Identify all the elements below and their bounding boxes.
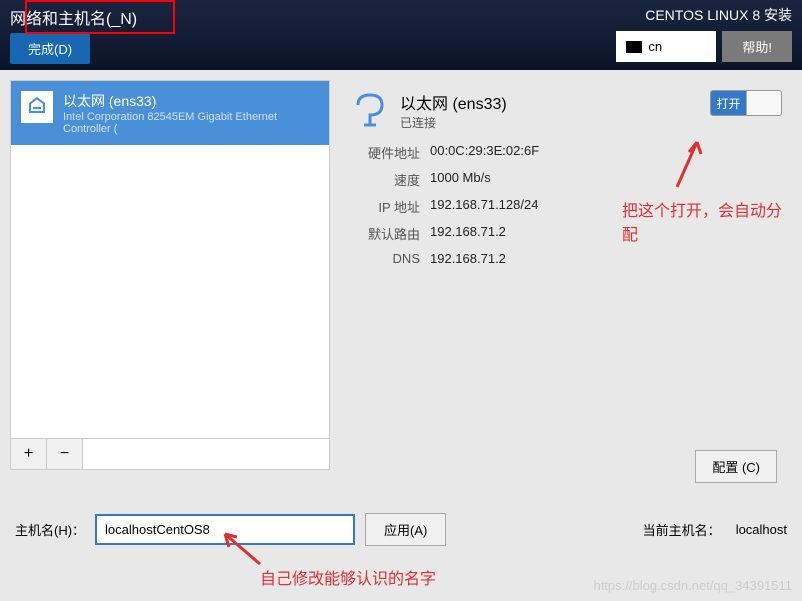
detail-row-dns: DNS 192.168.71.2 <box>350 251 782 266</box>
network-list-item[interactable]: 以太网 (ens33) Intel Corporation 82545EM Gi… <box>11 81 329 145</box>
apply-button[interactable]: 应用(A) <box>365 513 446 546</box>
keyboard-layout: cn <box>648 39 662 54</box>
detail-label: 速度 <box>350 170 420 189</box>
network-item-name: 以太网 (ens33) <box>63 91 319 111</box>
device-detail-panel: 以太网 (ens33) 已连接 打开 硬件地址 00:0C:29:3E:02:6… <box>340 80 792 470</box>
network-item-description: Intel Corporation 82545EM Gigabit Ethern… <box>63 111 319 135</box>
header-controls: cn 帮助! <box>616 31 792 62</box>
keyboard-icon <box>626 41 642 53</box>
device-header: 以太网 (ens33) 已连接 <box>350 90 507 131</box>
network-item-info: 以太网 (ens33) Intel Corporation 82545EM Gi… <box>63 91 319 135</box>
watermark: https://blog.csdn.net/qq_34391511 <box>593 578 792 593</box>
toggle-switch[interactable]: 打开 <box>710 90 782 116</box>
header-bar: 网络和主机名(_N) 完成(D) CENTOS LINUX 8 安装 cn 帮助… <box>0 0 802 70</box>
main-content: 以太网 (ens33) Intel Corporation 82545EM Gi… <box>0 70 802 480</box>
device-title: 以太网 (ens33) <box>400 90 507 114</box>
detail-row-hwaddr: 硬件地址 00:0C:29:3E:02:6F <box>350 143 782 162</box>
detail-label: 默认路由 <box>350 224 420 243</box>
annotation-toggle-hint: 把这个打开，会自动分配 <box>622 200 782 248</box>
device-title-block: 以太网 (ens33) 已连接 <box>400 90 507 131</box>
current-hostname-value: localhost <box>736 522 787 537</box>
detail-value: 1000 Mb/s <box>430 170 491 189</box>
detail-label: DNS <box>350 251 420 266</box>
hostname-input[interactable] <box>95 514 355 545</box>
keyboard-indicator[interactable]: cn <box>616 31 716 62</box>
page-title: 网络和主机名(_N) <box>10 5 137 29</box>
done-button[interactable]: 完成(D) <box>10 33 90 64</box>
remove-network-button[interactable]: − <box>47 439 83 469</box>
header-right: CENTOS LINUX 8 安装 cn 帮助! <box>616 5 792 65</box>
detail-value: 192.168.71.2 <box>430 251 506 266</box>
detail-label: IP 地址 <box>350 197 420 216</box>
annotation-hostname-hint: 自己修改能够认识的名字 <box>260 565 436 589</box>
current-hostname-label: 当前主机名： <box>643 520 721 539</box>
ethernet-icon-large <box>350 90 390 130</box>
help-button[interactable]: 帮助! <box>722 31 792 62</box>
device-status: 已连接 <box>400 114 507 131</box>
toggle-on-label: 打开 <box>711 91 746 115</box>
header-left: 网络和主机名(_N) 完成(D) <box>10 5 137 65</box>
network-list-buttons: + − <box>11 438 329 469</box>
hostname-row: 主机名(H)： 应用(A) 当前主机名： localhost <box>15 513 787 546</box>
detail-label: 硬件地址 <box>350 143 420 162</box>
network-list-panel: 以太网 (ens33) Intel Corporation 82545EM Gi… <box>10 80 330 470</box>
configure-button[interactable]: 配置 (C) <box>695 450 777 483</box>
detail-value: 00:0C:29:3E:02:6F <box>430 143 539 162</box>
add-network-button[interactable]: + <box>11 439 47 469</box>
detail-row-speed: 速度 1000 Mb/s <box>350 170 782 189</box>
device-header-row: 以太网 (ens33) 已连接 打开 <box>350 90 782 131</box>
detail-value: 192.168.71.128/24 <box>430 197 538 216</box>
current-hostname-block: 当前主机名： localhost <box>643 520 787 539</box>
detail-value: 192.168.71.2 <box>430 224 506 243</box>
ethernet-icon <box>21 91 53 123</box>
toggle-handle <box>746 91 781 115</box>
network-list-body <box>11 145 329 438</box>
hostname-label: 主机名(H)： <box>15 520 85 539</box>
installer-title: CENTOS LINUX 8 安装 <box>645 5 792 25</box>
